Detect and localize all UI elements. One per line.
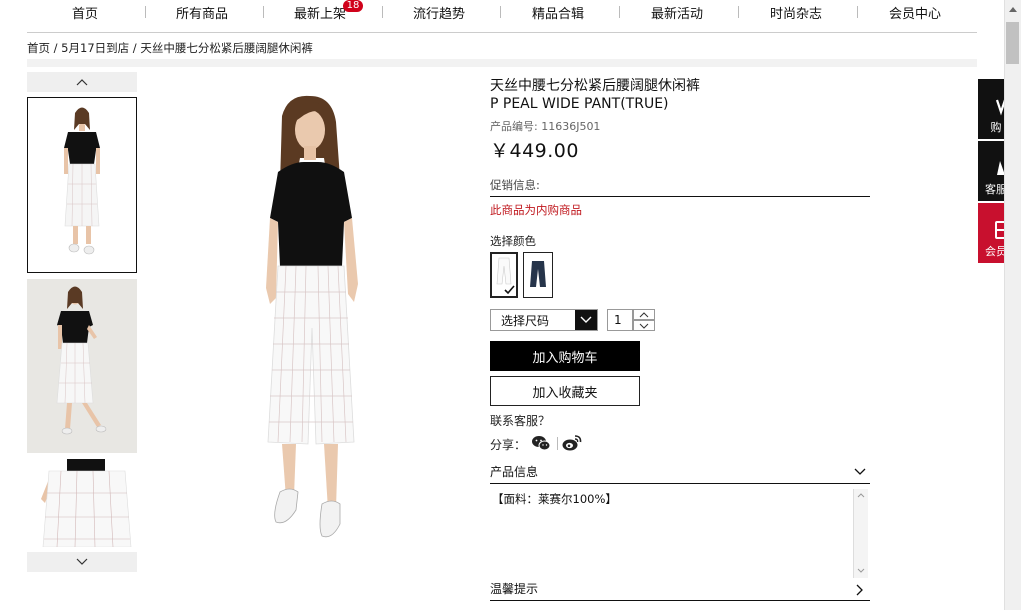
model-pose-image xyxy=(27,279,137,453)
color-swatch-navy[interactable] xyxy=(523,252,553,298)
pants-detail-image xyxy=(41,459,132,547)
model-front-image xyxy=(64,107,100,255)
sidebar-member-label: 会员 xyxy=(985,245,1004,258)
nav-divider xyxy=(145,6,146,18)
quantity-increase-button[interactable] xyxy=(633,309,655,320)
product-info-text: 【面料：莱赛尔100%】 xyxy=(492,492,617,506)
content-top-band xyxy=(27,59,977,67)
sidebar-cart-label: 购 xyxy=(990,121,1002,134)
color-label: 选择颜色 xyxy=(490,234,536,248)
color-swatch-white[interactable] xyxy=(490,252,518,298)
product-thumbnail-2[interactable] xyxy=(27,279,137,453)
size-select[interactable]: 选择尺码 xyxy=(490,309,598,331)
product-info-scrollbar[interactable] xyxy=(853,489,868,578)
new-count-badge: 18 xyxy=(343,0,364,12)
chevron-down-icon xyxy=(575,310,597,330)
promo-text: 此商品为内购商品 xyxy=(490,203,582,217)
product-info-title: 产品信息 xyxy=(490,465,539,479)
product-title-en: P PEAL WIDE PANT(TRUE) xyxy=(490,96,669,112)
add-to-cart-button[interactable]: 加入购物车 xyxy=(490,341,640,371)
chevron-up-icon xyxy=(639,311,649,317)
nav-divider xyxy=(263,6,264,18)
nav-item-events[interactable]: 最新活动 xyxy=(651,3,703,22)
product-sku: 产品编号: 11636J501 xyxy=(490,120,601,133)
navy-pants-swatch-image xyxy=(530,261,546,287)
sidebar-service-label: 客服 xyxy=(985,183,1004,196)
breadcrumb[interactable]: 首页 / 5月17日到店 / 天丝中腰七分松紧后腰阔腿休闲裤 xyxy=(27,40,313,56)
promo-divider xyxy=(490,196,870,197)
share-label: 分享： xyxy=(490,438,527,452)
page-scrollbar-thumb[interactable] xyxy=(1006,22,1019,64)
nav-item-magazine[interactable]: 时尚杂志 xyxy=(770,3,822,22)
nav-divider-line xyxy=(27,32,977,33)
nav-item-all-products[interactable]: 所有商品 xyxy=(176,3,228,22)
size-select-label: 选择尺码 xyxy=(501,313,550,328)
product-thumbnail-3[interactable] xyxy=(27,459,137,547)
product-price: ￥449.00 xyxy=(490,140,579,162)
scroll-up-arrow-icon xyxy=(1008,6,1017,12)
nav-item-label: 最新上架 xyxy=(294,7,347,22)
warm-tips-toggle[interactable]: 温馨提示 xyxy=(490,580,870,601)
sidebar-member-button[interactable]: 会员 xyxy=(978,203,1004,263)
page-scrollbar[interactable] xyxy=(1004,0,1021,610)
nav-item-collections[interactable]: 精品合辑 xyxy=(532,3,584,22)
cart-icon xyxy=(995,99,1004,116)
top-nav: 首页 所有商品 最新上架 18 流行趋势 精品合辑 最新活动 时尚杂志 会员中心 xyxy=(0,0,1005,24)
weibo-icon[interactable] xyxy=(562,434,582,452)
product-title: 天丝中腰七分松紧后腰阔腿休闲裤 P PEAL WIDE PANT(TRUE) xyxy=(490,77,700,113)
chevron-right-icon xyxy=(856,584,863,596)
nav-divider xyxy=(738,6,739,18)
service-icon xyxy=(997,161,1004,175)
chevron-down-icon xyxy=(639,323,649,329)
nav-item-home[interactable]: 首页 xyxy=(72,3,98,22)
nav-item-member-center[interactable]: 会员中心 xyxy=(889,3,941,22)
chevron-down-icon xyxy=(76,558,88,565)
product-thumbnail-1[interactable] xyxy=(27,97,137,273)
member-icon xyxy=(995,221,1004,239)
scroll-arrows-icon xyxy=(857,493,865,573)
wechat-icon[interactable] xyxy=(531,434,551,452)
promo-label: 促销信息: xyxy=(490,178,540,192)
nav-divider xyxy=(619,6,620,18)
nav-item-trends[interactable]: 流行趋势 xyxy=(413,3,465,22)
nav-item-new-arrivals[interactable]: 最新上架 18 xyxy=(294,0,364,22)
quantity-input[interactable]: 1 xyxy=(607,309,633,331)
chevron-up-icon xyxy=(76,79,88,86)
white-pants-swatch-image xyxy=(496,257,515,295)
scroll-up-button[interactable] xyxy=(1004,0,1021,18)
nav-divider xyxy=(500,6,501,18)
sidebar-service-button[interactable]: 客服 xyxy=(978,141,1004,201)
nav-divider xyxy=(382,6,383,18)
contact-service-link[interactable]: 联系客服？ xyxy=(490,412,550,429)
nav-divider xyxy=(857,6,858,18)
product-title-cn: 天丝中腰七分松紧后腰阔腿休闲裤 xyxy=(490,78,700,94)
warm-tips-title: 温馨提示 xyxy=(490,582,539,596)
share-divider xyxy=(557,437,558,450)
sidebar-cart-button[interactable]: 购 xyxy=(978,79,1004,139)
chevron-down-icon xyxy=(854,468,866,475)
thumbnail-scroll-up-button[interactable] xyxy=(27,72,137,92)
thumbnail-scroll-down-button[interactable] xyxy=(27,552,137,572)
quantity-decrease-button[interactable] xyxy=(633,320,655,331)
main-product-image xyxy=(266,95,358,538)
product-info-toggle[interactable]: 产品信息 xyxy=(490,463,870,484)
add-to-favorites-button[interactable]: 加入收藏夹 xyxy=(490,376,640,406)
